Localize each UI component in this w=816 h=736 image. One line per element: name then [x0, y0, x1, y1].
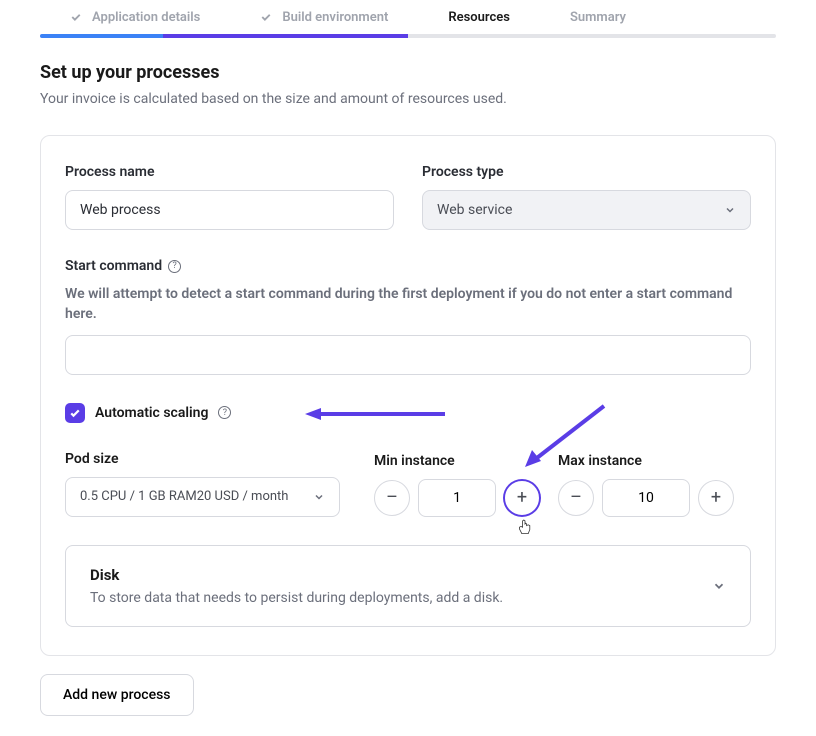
auto-scaling-label: Automatic scaling [95, 405, 208, 421]
chevron-down-icon [724, 204, 736, 216]
progress-seg-4 [408, 34, 531, 38]
process-name-input[interactable] [65, 190, 394, 230]
min-increment-button[interactable]: + [504, 480, 540, 516]
max-instance-input[interactable] [602, 479, 690, 517]
progress-seg-2 [163, 34, 286, 38]
max-decrement-button[interactable]: – [558, 480, 594, 516]
plus-icon: + [711, 487, 721, 508]
progress-seg-1 [40, 34, 163, 38]
page-title: Set up your processes [40, 62, 776, 83]
step-label: Summary [570, 10, 626, 25]
pod-size-select[interactable]: 0.5 CPU / 1 GB RAM20 USD / month [65, 477, 340, 517]
cursor-pointer-icon [517, 519, 533, 537]
auto-scaling-checkbox[interactable] [65, 403, 85, 423]
check-icon [69, 407, 81, 419]
minus-icon: – [570, 487, 582, 508]
minus-icon: – [386, 487, 398, 508]
process-card: Process name Process type Web service St… [40, 135, 776, 656]
start-command-input[interactable] [65, 335, 751, 375]
disk-description: To store data that needs to persist duri… [90, 590, 503, 606]
step-label: Application details [92, 10, 200, 25]
max-instance-label: Max instance [558, 453, 734, 469]
wizard-stepper: Application details Build environment Re… [0, 0, 816, 34]
check-icon [260, 11, 272, 23]
page-subtitle: Your invoice is calculated based on the … [40, 91, 776, 107]
add-process-button[interactable]: Add new process [40, 674, 194, 716]
start-command-help: We will attempt to detect a start comman… [65, 284, 751, 325]
step-label: Build environment [282, 10, 388, 25]
progress-bar [40, 34, 776, 38]
check-icon [70, 11, 82, 23]
info-icon[interactable]: ? [168, 260, 181, 273]
max-increment-button[interactable]: + [698, 480, 734, 516]
pod-size-label: Pod size [65, 451, 340, 467]
process-type-label: Process type [422, 164, 751, 180]
disk-panel[interactable]: Disk To store data that needs to persist… [65, 545, 751, 627]
min-instance-label: Min instance [374, 453, 540, 469]
progress-seg-6 [653, 34, 776, 38]
annotation-arrow-icon [305, 406, 445, 422]
step-label: Resources [448, 10, 510, 25]
step-resources[interactable]: Resources [448, 10, 510, 25]
disk-title: Disk [90, 566, 503, 584]
step-application-details[interactable]: Application details [70, 10, 200, 25]
plus-icon: + [517, 487, 527, 508]
start-command-label: Start command ? [65, 258, 751, 274]
chevron-down-icon [313, 491, 325, 503]
start-command-label-text: Start command [65, 258, 162, 274]
step-summary[interactable]: Summary [570, 10, 626, 25]
process-name-label: Process name [65, 164, 394, 180]
process-type-value: Web service [437, 202, 512, 218]
auto-scaling-row: Automatic scaling ? [65, 403, 751, 423]
chevron-down-icon [712, 579, 726, 593]
info-icon[interactable]: ? [218, 406, 231, 419]
progress-seg-3 [285, 34, 408, 38]
min-instance-input[interactable] [418, 479, 496, 517]
step-build-environment[interactable]: Build environment [260, 10, 388, 25]
min-decrement-button[interactable]: – [374, 480, 410, 516]
pod-size-value: 0.5 CPU / 1 GB RAM20 USD / month [80, 489, 288, 504]
process-type-select[interactable]: Web service [422, 190, 751, 230]
progress-seg-5 [531, 34, 654, 38]
